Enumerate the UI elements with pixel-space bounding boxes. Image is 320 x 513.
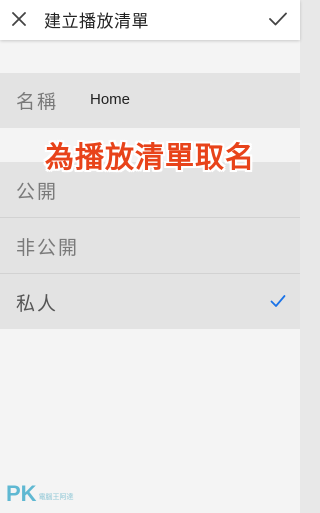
privacy-option-unlisted[interactable]: 非公開 — [0, 218, 300, 274]
playlist-name-field[interactable]: 名稱 Home — [0, 73, 300, 128]
privacy-options-list: 公開 非公開 私人 — [0, 162, 300, 329]
app-screen: 建立播放清單 名稱 Home 為播放清單取名 公開 非公開 私人 PK 電腦王阿… — [0, 0, 300, 513]
name-input[interactable]: Home — [90, 91, 130, 108]
privacy-option-private[interactable]: 私人 — [0, 274, 300, 329]
option-label: 非公開 — [16, 237, 80, 259]
close-button[interactable] — [6, 6, 32, 32]
check-icon — [269, 12, 287, 26]
close-icon — [12, 12, 26, 26]
watermark: PK 電腦王阿達 — [6, 483, 74, 505]
watermark-logo: PK — [6, 481, 37, 506]
name-label: 名稱 — [16, 91, 59, 113]
option-label: 私人 — [16, 293, 59, 315]
selected-check-icon — [270, 295, 286, 307]
watermark-text: 電腦王阿達 — [38, 493, 74, 501]
page-title: 建立播放清單 — [44, 12, 149, 32]
option-label: 公開 — [16, 181, 59, 203]
annotation-caption: 為播放清單取名 — [44, 140, 255, 174]
top-app-bar: 建立播放清單 — [0, 0, 300, 40]
confirm-button[interactable] — [264, 6, 292, 32]
